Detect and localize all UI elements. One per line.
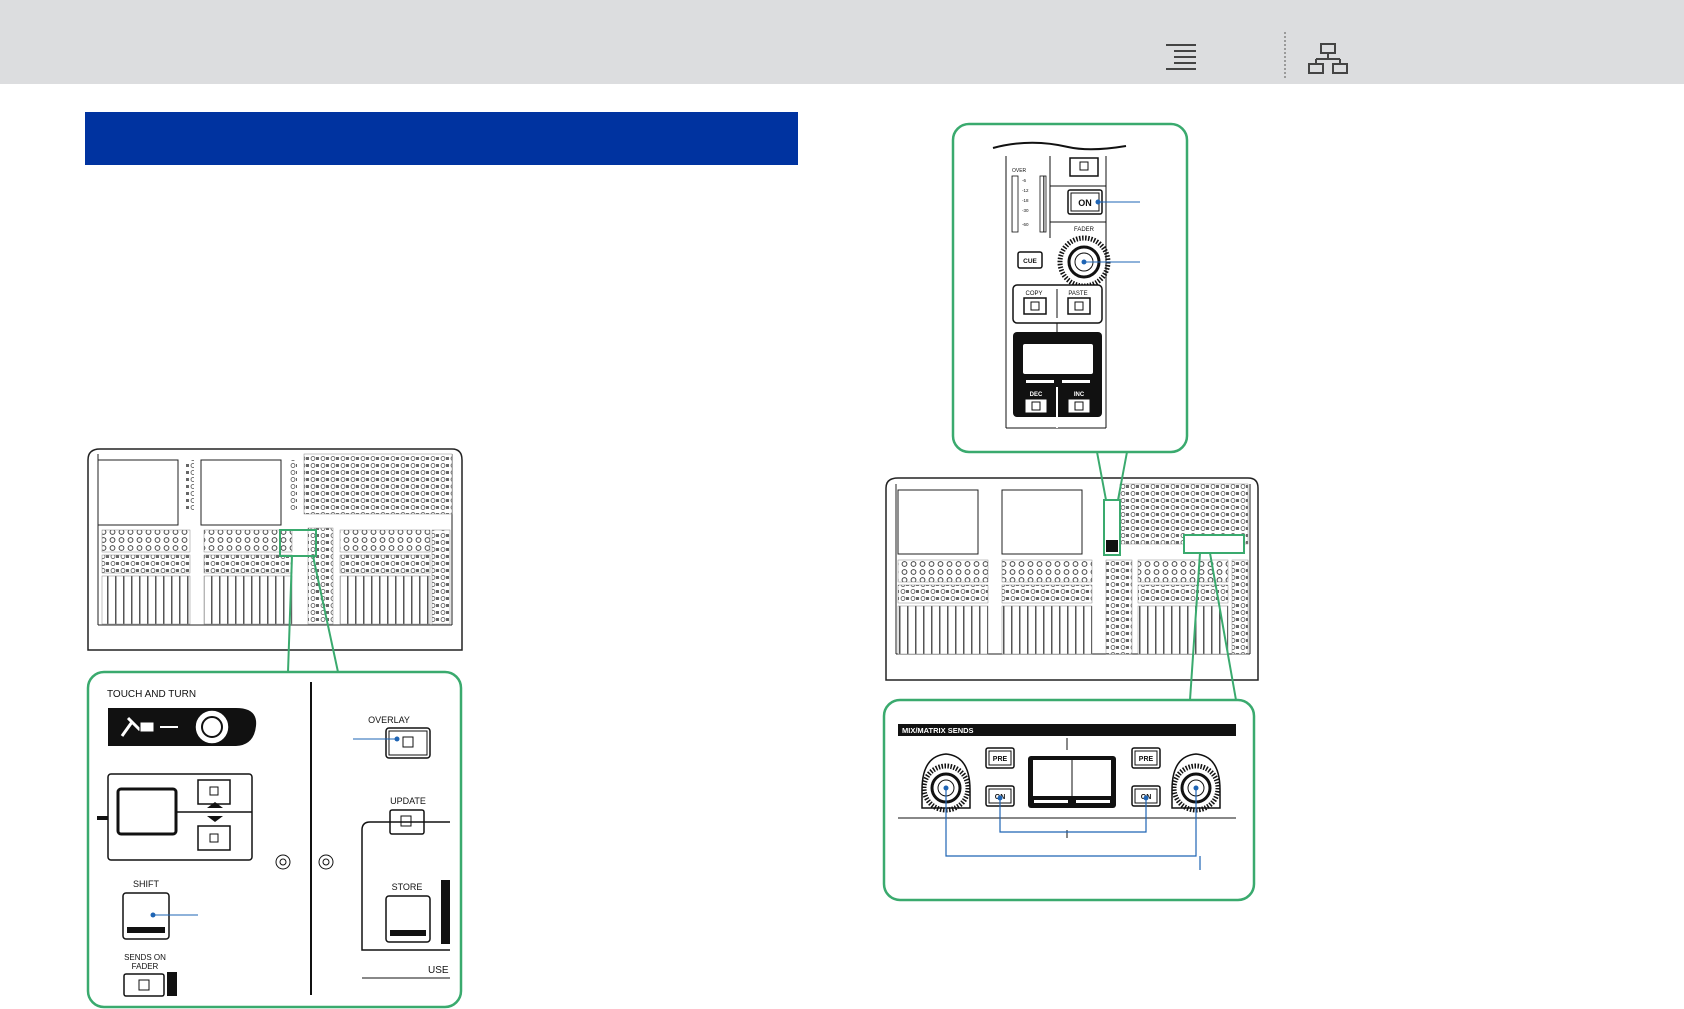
channel-name-display bbox=[1023, 344, 1093, 374]
overlay-label: OVERLAY bbox=[368, 715, 410, 725]
console-overview-left bbox=[87, 448, 463, 651]
sends-on-fader-label-1: SENDS ON bbox=[124, 953, 166, 962]
pre-button-right[interactable]: PRE bbox=[1131, 747, 1161, 769]
pre-button-left[interactable]: PRE bbox=[985, 747, 1015, 769]
sends-on-fader-label-2: FADER bbox=[132, 962, 159, 971]
copy-label: COPY bbox=[1025, 291, 1042, 297]
meter-mark: -30 bbox=[1022, 208, 1029, 213]
shift-label: SHIFT bbox=[133, 879, 160, 889]
pre-label: PRE bbox=[993, 756, 1008, 763]
callout-touch-and-turn: TOUCH AND TURN OVERLAY UPDATE STORE USE … bbox=[86, 670, 463, 1009]
shift-button[interactable] bbox=[122, 892, 170, 940]
pre-label: PRE bbox=[1139, 756, 1154, 763]
copy-button[interactable] bbox=[1023, 297, 1047, 315]
cue-button-label: CUE bbox=[1023, 258, 1037, 265]
update-label: UPDATE bbox=[390, 796, 426, 806]
mix-matrix-sends-title: MIX/MATRIX SENDS bbox=[902, 726, 974, 735]
cue-button[interactable]: CUE bbox=[1017, 251, 1043, 269]
screw-icon bbox=[318, 854, 334, 870]
meter-mark: -6 bbox=[1022, 178, 1026, 183]
meter-mark: -60 bbox=[1022, 222, 1029, 227]
fader-label: FADER bbox=[1074, 227, 1095, 233]
paste-button[interactable] bbox=[1067, 297, 1091, 315]
dec-button[interactable] bbox=[1024, 398, 1048, 414]
meter-mark: -12 bbox=[1022, 188, 1029, 193]
callout-mix-matrix-sends: MIX/MATRIX SENDS PRE PRE O bbox=[882, 698, 1256, 902]
dec-label: DEC bbox=[1030, 392, 1043, 398]
store-button[interactable] bbox=[385, 895, 431, 943]
store-label: STORE bbox=[392, 882, 423, 892]
screw-icon bbox=[275, 854, 291, 870]
meter-over-label: OVER bbox=[1012, 168, 1027, 174]
paste-label: PASTE bbox=[1068, 291, 1087, 297]
callout-channel-strip: OVER -6 -12 -18 -30 -60 ON FADER CUE COP… bbox=[951, 122, 1189, 454]
touch-and-turn-label: TOUCH AND TURN bbox=[107, 689, 196, 700]
sends-on-fader-button[interactable] bbox=[123, 973, 165, 997]
overlay-button[interactable] bbox=[385, 727, 431, 759]
on-button-label: ON bbox=[1078, 198, 1092, 208]
meter-mark: -18 bbox=[1022, 198, 1029, 203]
inc-button[interactable] bbox=[1067, 398, 1091, 414]
touch-and-turn-knob[interactable] bbox=[194, 709, 230, 745]
console-overview-right bbox=[885, 477, 1259, 681]
inc-label: INC bbox=[1074, 392, 1085, 398]
console-illustration: TOUCH AND TURN OVERLAY UPDATE STORE USE … bbox=[86, 122, 1259, 1009]
use-label: USE bbox=[428, 965, 449, 976]
